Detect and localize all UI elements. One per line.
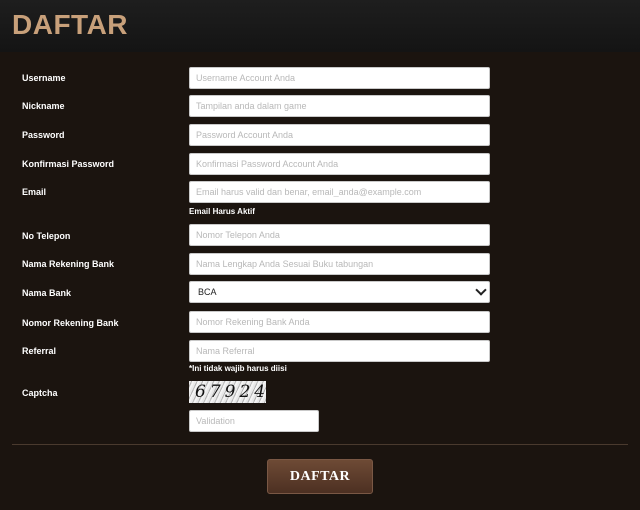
form-divider <box>12 444 628 445</box>
page-title: DAFTAR <box>12 9 129 40</box>
nickname-input[interactable] <box>189 95 490 117</box>
bank-select[interactable]: BCA <box>189 281 490 303</box>
captcha-validation-input[interactable] <box>189 410 319 432</box>
email-label: Email <box>22 187 47 197</box>
account-name-label: Nama Rekening Bank <box>22 259 115 269</box>
username-label: Username <box>22 73 66 83</box>
captcha-text: 67924 <box>195 382 266 402</box>
username-input[interactable] <box>189 67 490 89</box>
email-input[interactable] <box>189 181 490 203</box>
bank-select-value: BCA <box>198 287 217 297</box>
referral-label: Referral <box>22 346 57 356</box>
page-header: DAFTAR <box>0 0 640 52</box>
confirm-password-label: Konfirmasi Password <box>22 159 115 169</box>
phone-input[interactable] <box>189 224 490 246</box>
captcha-image: 67924 <box>189 381 266 403</box>
nickname-label: Nickname <box>22 101 65 111</box>
referral-hint: *Ini tidak wajib harus diisi <box>189 364 287 373</box>
captcha-label: Captcha <box>22 388 58 398</box>
chevron-down-icon <box>475 284 487 296</box>
password-input[interactable] <box>189 124 490 146</box>
email-hint: Email Harus Aktif <box>189 207 255 216</box>
password-label: Password <box>22 130 65 140</box>
referral-input[interactable] <box>189 340 490 362</box>
account-name-input[interactable] <box>189 253 490 275</box>
register-submit-button[interactable]: DAFTAR <box>267 459 373 494</box>
confirm-password-input[interactable] <box>189 153 490 175</box>
bank-name-label: Nama Bank <box>22 288 72 298</box>
account-number-label: Nomor Rekening Bank <box>22 318 119 328</box>
phone-label: No Telepon <box>22 231 71 241</box>
account-number-input[interactable] <box>189 311 490 333</box>
